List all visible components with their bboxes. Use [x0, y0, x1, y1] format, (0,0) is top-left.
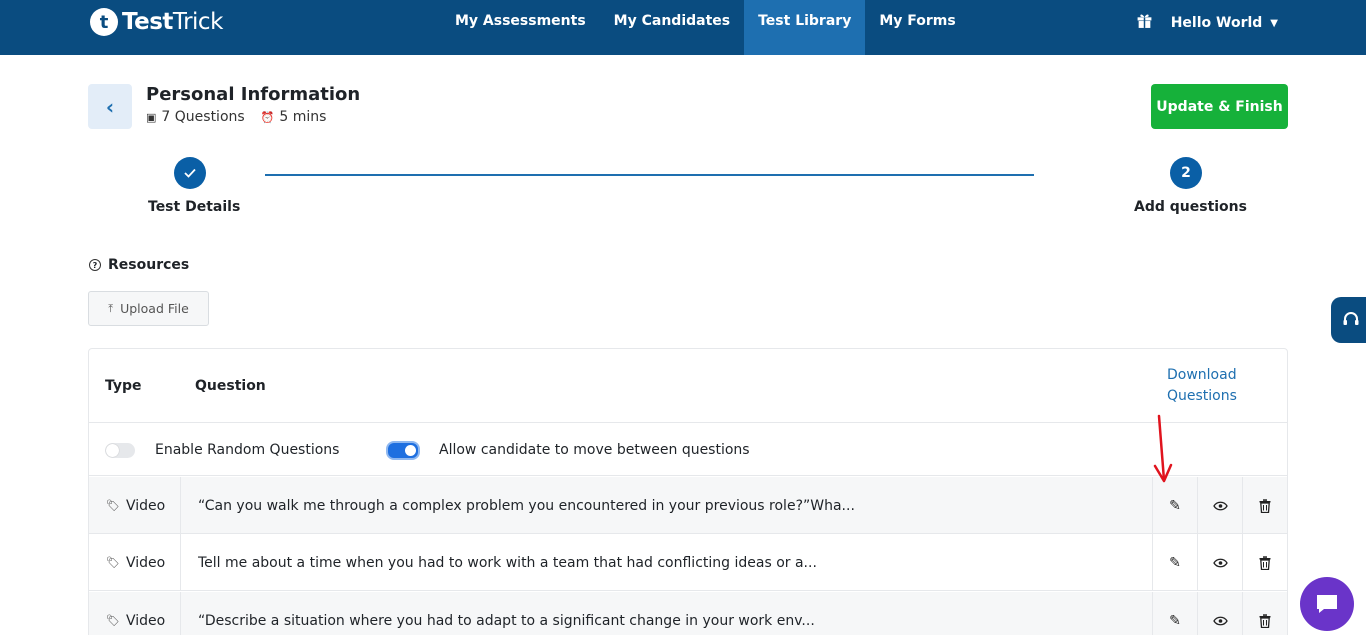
move-between-questions-label: Allow candidate to move between question…	[439, 442, 750, 458]
column-header-question: Question	[195, 378, 266, 394]
tag-icon: 🏷	[106, 614, 120, 627]
resources-title: Resources	[108, 257, 190, 273]
move-between-questions-toggle[interactable]	[386, 441, 420, 460]
nav-menu: My Assessments My Candidates Test Librar…	[441, 0, 970, 55]
tag-icon: 🏷	[106, 499, 120, 512]
toggles-row: Enable Random Questions Allow candidate …	[89, 424, 1287, 476]
page-title: Personal Information	[146, 84, 361, 105]
trash-icon[interactable]	[1242, 534, 1287, 591]
question-text[interactable]: “Can you walk me through a complex probl…	[198, 477, 1148, 534]
row-actions: ✎	[1152, 477, 1287, 534]
edit-pencil-icon[interactable]: ✎	[1152, 592, 1197, 635]
caret-down-icon[interactable]: ▼	[1270, 18, 1278, 29]
question-text[interactable]: Tell me about a time when you had to wor…	[198, 534, 1148, 591]
back-button[interactable]: ‹	[88, 84, 132, 129]
user-menu[interactable]: Hello World	[1171, 15, 1263, 31]
question-type: 🏷 Video	[89, 592, 181, 635]
step-2-circle[interactable]: 2	[1170, 157, 1202, 189]
eye-icon[interactable]	[1197, 534, 1242, 591]
upload-file-button[interactable]: ⤒ Upload File	[88, 291, 209, 326]
random-questions-toggle[interactable]	[105, 443, 135, 458]
eye-icon[interactable]	[1197, 477, 1242, 534]
questions-count: 7 Questions	[161, 109, 245, 125]
logo-icon: t	[90, 8, 118, 36]
support-button[interactable]	[1331, 297, 1366, 343]
tag-icon: 🏷	[106, 556, 120, 569]
alarm-clock-icon: ⏰	[260, 110, 275, 124]
download-questions-link[interactable]: Download Questions	[1167, 365, 1257, 407]
upload-icon: ⤒	[108, 301, 114, 315]
chevron-left-icon: ‹	[105, 94, 115, 119]
check-icon	[184, 168, 196, 178]
nav-item-my-assessments[interactable]: My Assessments	[441, 0, 600, 55]
nav-item-test-library[interactable]: Test Library	[744, 0, 866, 55]
gift-icon[interactable]	[1136, 12, 1153, 34]
questions-table: Type Question Download Questions Enable …	[88, 348, 1288, 635]
top-navbar: t TestTrick My Assessments My Candidates…	[0, 0, 1366, 55]
step-1-label: Test Details	[148, 199, 241, 215]
column-header-type: Type	[105, 378, 142, 394]
upload-file-label: Upload File	[120, 301, 189, 316]
table-row: 🏷 Video Tell me about a time when you had…	[89, 534, 1287, 591]
chat-icon	[1317, 595, 1337, 613]
step-2-label: Add questions	[1134, 199, 1247, 215]
nav-item-my-forms[interactable]: My Forms	[865, 0, 969, 55]
question-circle-icon: ?	[89, 259, 101, 271]
edit-pencil-icon[interactable]: ✎	[1152, 477, 1197, 534]
logo-text: TestTrick	[122, 9, 223, 35]
nav-item-my-candidates[interactable]: My Candidates	[600, 0, 744, 55]
table-header: Type Question Download Questions	[89, 349, 1287, 423]
update-finish-button[interactable]: Update & Finish	[1151, 84, 1288, 129]
table-row: 🏷 Video “Describe a situation where you h…	[89, 592, 1287, 635]
eye-icon[interactable]	[1197, 592, 1242, 635]
testtrick-logo[interactable]: t TestTrick	[90, 8, 223, 36]
edit-pencil-icon[interactable]: ✎	[1152, 534, 1197, 591]
row-actions: ✎	[1152, 534, 1287, 591]
headset-icon	[1343, 312, 1359, 325]
trash-icon[interactable]	[1242, 592, 1287, 635]
question-type: 🏷 Video	[89, 477, 181, 534]
step-1-circle[interactable]	[174, 157, 206, 189]
question-type: 🏷 Video	[89, 534, 181, 591]
stepper-line	[265, 174, 1034, 176]
duration: 5 mins	[279, 109, 327, 125]
table-row: 🏷 Video “Can you walk me through a comple…	[89, 477, 1287, 534]
red-annotation-arrow	[1153, 414, 1173, 483]
chat-button[interactable]	[1300, 577, 1354, 631]
row-actions: ✎	[1152, 592, 1287, 635]
question-text[interactable]: “Describe a situation where you had to a…	[198, 592, 1148, 635]
resources-heading: ? Resources	[89, 257, 189, 273]
clipboard-icon: ▣	[146, 110, 157, 124]
random-questions-label: Enable Random Questions	[155, 442, 340, 458]
trash-icon[interactable]	[1242, 477, 1287, 534]
nav-right: Hello World ▼	[1136, 12, 1278, 34]
test-meta: ▣ 7 Questions ⏰ 5 mins	[146, 109, 326, 125]
